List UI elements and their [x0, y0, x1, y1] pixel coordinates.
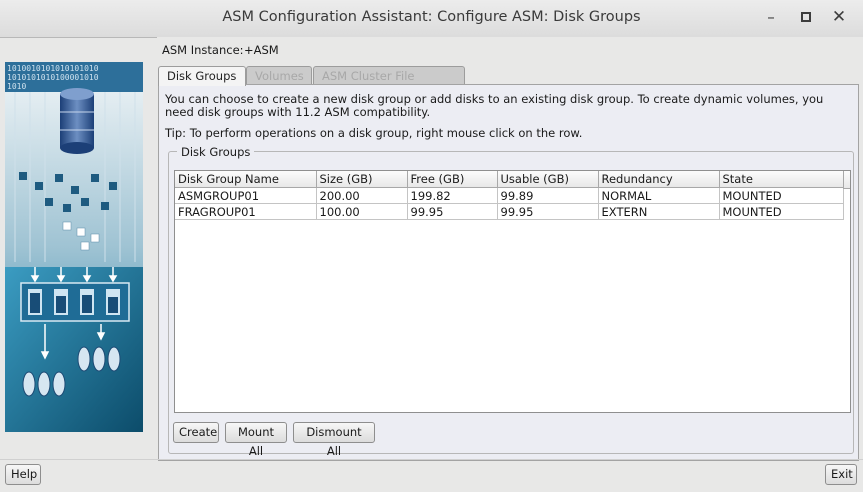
table-cell: MOUNTED	[718, 187, 844, 204]
minimize-icon[interactable]: –	[762, 8, 780, 26]
table-cell: NORMAL	[597, 187, 720, 204]
svg-text:1010010101010101010: 1010010101010101010	[7, 64, 99, 73]
table-cell: MOUNTED	[718, 203, 844, 220]
close-icon[interactable]: ✕	[830, 8, 848, 26]
column-header[interactable]: State	[718, 171, 844, 188]
asm-instance-label: ASM Instance:	[162, 43, 244, 57]
dismount-all-button[interactable]: Dismount All	[293, 422, 375, 458]
disk-groups-table[interactable]: Disk Group Name Size (GB) Free (GB) Usab…	[174, 170, 851, 413]
panel-description: You can choose to create a new disk grou…	[165, 92, 824, 119]
column-header[interactable]: Disk Group Name	[175, 171, 317, 188]
create-button[interactable]: Create	[173, 422, 219, 443]
svg-text:1010: 1010	[7, 82, 26, 91]
table-row[interactable]: ASMGROUP01 200.00 199.82 99.89 NORMAL MO…	[175, 187, 844, 204]
table-corner	[843, 171, 850, 189]
table-row[interactable]: FRAGROUP01 100.00 99.95 99.95 EXTERN MOU…	[175, 203, 844, 220]
disk-groups-panel: You can choose to create a new disk grou…	[158, 84, 859, 461]
svg-text:1010101010100001010: 1010101010100001010	[7, 73, 99, 82]
panel-tip: Tip: To perform operations on a disk gro…	[165, 126, 583, 140]
table-cell: 200.00	[315, 187, 408, 204]
tab-volumes[interactable]: Volumes	[246, 66, 312, 85]
footer-divider	[0, 459, 863, 460]
tab-disk-groups[interactable]: Disk Groups	[158, 66, 246, 86]
column-header[interactable]: Redundancy	[597, 171, 720, 188]
column-header[interactable]: Size (GB)	[315, 171, 408, 188]
table-cell: 99.89	[496, 187, 599, 204]
disk-groups-group: Disk Groups Disk Group Name Size (GB) Fr…	[168, 145, 854, 458]
table-cell: FRAGROUP01	[175, 203, 317, 220]
column-header[interactable]: Usable (GB)	[496, 171, 599, 188]
table-cell: ASMGROUP01	[175, 187, 317, 204]
content-area: ASM Instance: +ASM Disk Groups Volumes A…	[157, 37, 863, 461]
group-title: Disk Groups	[177, 145, 255, 159]
window-title: ASM Configuration Assistant: Configure A…	[222, 9, 641, 25]
table-cell: 99.95	[496, 203, 599, 220]
table-cell: 199.82	[406, 187, 498, 204]
table-cell: EXTERN	[597, 203, 720, 220]
table-header-row: Disk Group Name Size (GB) Free (GB) Usab…	[175, 171, 844, 188]
asm-instance-value: +ASM	[244, 43, 279, 57]
asm-illustration: 1010010101010101010 1010101010100001010 …	[5, 62, 143, 432]
table-cell: 99.95	[406, 203, 498, 220]
tab-asm-cluster-file-systems[interactable]: ASM Cluster File Systems	[313, 66, 465, 101]
column-header[interactable]: Free (GB)	[406, 171, 498, 188]
exit-button[interactable]: Exit	[825, 464, 857, 485]
mount-all-button[interactable]: Mount All	[225, 422, 287, 458]
help-button[interactable]: Help	[5, 464, 41, 485]
table-cell: 100.00	[315, 203, 408, 220]
title-bar: ASM Configuration Assistant: Configure A…	[0, 0, 863, 38]
maximize-icon[interactable]	[797, 8, 815, 26]
